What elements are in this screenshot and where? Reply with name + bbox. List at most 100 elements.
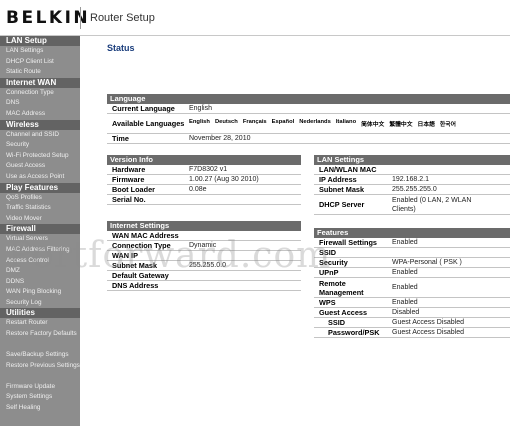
language-panel-header: Language (107, 94, 510, 104)
language-option-korean[interactable]: 한국어 (440, 119, 456, 128)
wan-ip-label: WAN IP (112, 251, 138, 260)
sidebar-item-system-settings[interactable]: System Settings (0, 392, 80, 403)
sidebar-section-firewall[interactable]: Firewall (0, 224, 80, 235)
guest-ssid-label: SSID (328, 318, 346, 327)
guest-access-label: Guest Access (319, 308, 367, 317)
language-option-simplified-chinese[interactable]: 简体中文 (361, 119, 384, 128)
sidebar-item-connection-type[interactable]: Connection Type (0, 88, 80, 99)
sidebar-item-dhcp-client-list[interactable]: DHCP Client List (0, 57, 80, 68)
dns-address-label: DNS Address (112, 281, 159, 290)
language-option-espanol[interactable]: Español (272, 119, 295, 128)
language-options: English Deutsch Français Español Nederla… (189, 119, 461, 128)
serial-row: Serial No. (107, 195, 301, 205)
wan-mask-label: Subnet Mask (112, 261, 158, 270)
sidebar-item-virtual-servers[interactable]: Virtual Servers (0, 234, 80, 245)
remote-management-value: Enabled (392, 284, 418, 291)
connection-type-value: Dynamic (189, 242, 217, 249)
sidebar-item-self-healing[interactable]: Self Healing (0, 403, 80, 414)
lan-mac-row: LAN/WLAN MAC (314, 165, 510, 175)
serial-label: Serial No. (112, 195, 146, 204)
sidebar-item-channel-ssid[interactable]: Channel and SSID (0, 130, 80, 141)
sidebar-item-wps[interactable]: Wi-Fi Protected Setup (0, 151, 80, 162)
sidebar-item-security-log[interactable]: Security Log (0, 298, 80, 309)
current-language-row: Current Language English (107, 104, 510, 114)
sidebar-item-restore-factory-defaults[interactable]: Restore Factory Defaults (0, 329, 80, 350)
belkin-logo: BELKIN (6, 8, 91, 28)
header-bar: BELKIN Router Setup (0, 0, 510, 36)
dhcp-server-label: DHCP Server (319, 200, 365, 209)
sidebar-item-firmware-update[interactable]: Firmware Update (0, 382, 80, 393)
available-languages-row: Available Languages English Deutsch Fran… (107, 114, 510, 134)
sidebar-item-video-mover[interactable]: Video Mover (0, 214, 80, 225)
security-label: Security (319, 258, 348, 267)
default-gateway-label: Default Gateway (112, 271, 169, 280)
language-option-deutsch[interactable]: Deutsch (215, 119, 238, 128)
remote-management-row: Remote Management Enabled (314, 278, 510, 298)
sidebar-item-access-control[interactable]: Access Control (0, 256, 80, 267)
sidebar-item-save-backup-settings[interactable]: Save/Backup Settings (0, 350, 80, 361)
upnp-value: Enabled (392, 269, 418, 276)
wan-mac-row: WAN MAC Address (107, 231, 301, 241)
time-label: Time (112, 134, 129, 143)
main-content: Status Language Current Language English… (80, 36, 510, 426)
app-title: Router Setup (90, 12, 155, 24)
language-option-francais[interactable]: Français (243, 119, 267, 128)
wps-value: Enabled (392, 299, 418, 306)
firewall-settings-label: Firewall Settings (319, 238, 377, 247)
firmware-label: Firmware (112, 175, 145, 184)
sidebar-section-internet-wan[interactable]: Internet WAN (0, 77, 80, 88)
guest-access-value: Disabled (392, 309, 420, 316)
sidebar-item-ddns[interactable]: DDNS (0, 277, 80, 288)
sidebar-item-mac-filtering[interactable]: MAC Address Filtering (0, 245, 80, 256)
dhcp-server-row: DHCP Server Enabled (0 LAN, 2 WLAN Clien… (314, 195, 510, 215)
wan-mask-value: 255.255.0.0 (189, 262, 226, 269)
sidebar-item-dmz[interactable]: DMZ (0, 266, 80, 277)
language-option-italiano[interactable]: Italiano (336, 119, 356, 128)
dhcp-server-value: Enabled (0 LAN, 2 WLAN Clients) (392, 196, 472, 213)
lan-ip-label: IP Address (319, 175, 357, 184)
sidebar-item-lan-settings[interactable]: LAN Settings (0, 46, 80, 57)
sidebar-item-restart-router[interactable]: Restart Router (0, 318, 80, 329)
features-panel: Features Firewall Settings Enabled SSID … (314, 228, 510, 338)
guest-ssid-row: SSID Guest Access Disabled (314, 318, 510, 328)
sidebar-item-mac-address[interactable]: MAC Address (0, 109, 80, 120)
language-panel: Language Current Language English Availa… (107, 94, 510, 144)
header-divider (80, 7, 81, 29)
sidebar-nav: LAN Setup LAN Settings DHCP Client List … (0, 36, 80, 426)
boot-loader-value: 0.08e (189, 186, 207, 193)
connection-type-row: Connection Type Dynamic (107, 241, 301, 251)
sidebar-section-wireless[interactable]: Wireless (0, 119, 80, 130)
language-option-japanese[interactable]: 日本語 (418, 119, 435, 128)
default-gateway-row: Default Gateway (107, 271, 301, 281)
current-language-value: English (189, 105, 212, 112)
sidebar-item-wan-ping-blocking[interactable]: WAN Ping Blocking (0, 287, 80, 298)
guest-password-value: Guest Access Disabled (392, 329, 464, 336)
lan-ip-value: 192.168.2.1 (392, 176, 429, 183)
sidebar-item-dns[interactable]: DNS (0, 98, 80, 109)
lan-mask-row: Subnet Mask 255.255.255.0 (314, 185, 510, 195)
language-option-english[interactable]: English (189, 119, 210, 128)
sidebar-section-play-features[interactable]: Play Features (0, 182, 80, 193)
sidebar-item-security[interactable]: Security (0, 140, 80, 151)
lan-settings-header: LAN Settings (314, 155, 510, 165)
sidebar-item-guest-access[interactable]: Guest Access (0, 161, 80, 172)
language-option-traditional-chinese[interactable]: 繁體中文 (389, 119, 412, 128)
wps-row: WPS Enabled (314, 298, 510, 308)
time-value: November 28, 2010 (189, 135, 251, 142)
boot-loader-row: Boot Loader 0.08e (107, 185, 301, 195)
dns-address-row: DNS Address (107, 281, 301, 291)
sidebar-item-static-route[interactable]: Static Route (0, 67, 80, 78)
sidebar-item-qos-profiles[interactable]: QoS Profiles (0, 193, 80, 204)
lan-mac-label: LAN/WLAN MAC (319, 165, 377, 174)
lan-mask-label: Subnet Mask (319, 185, 365, 194)
sidebar-section-utilities[interactable]: Utilities (0, 308, 80, 319)
sidebar-item-restore-previous-settings[interactable]: Restore Previous Settings (0, 361, 80, 382)
ssid-row: SSID (314, 248, 510, 258)
language-option-nederlands[interactable]: Nederlands (299, 119, 331, 128)
sidebar-item-traffic-statistics[interactable]: Traffic Statistics (0, 203, 80, 214)
sidebar-item-access-point[interactable]: Use as Access Point (0, 172, 80, 183)
guest-ssid-value: Guest Access Disabled (392, 319, 464, 326)
sidebar-section-lan-setup[interactable]: LAN Setup (0, 36, 80, 46)
security-value: WPA-Personal ( PSK ) (392, 259, 462, 266)
lan-mask-value: 255.255.255.0 (392, 186, 437, 193)
